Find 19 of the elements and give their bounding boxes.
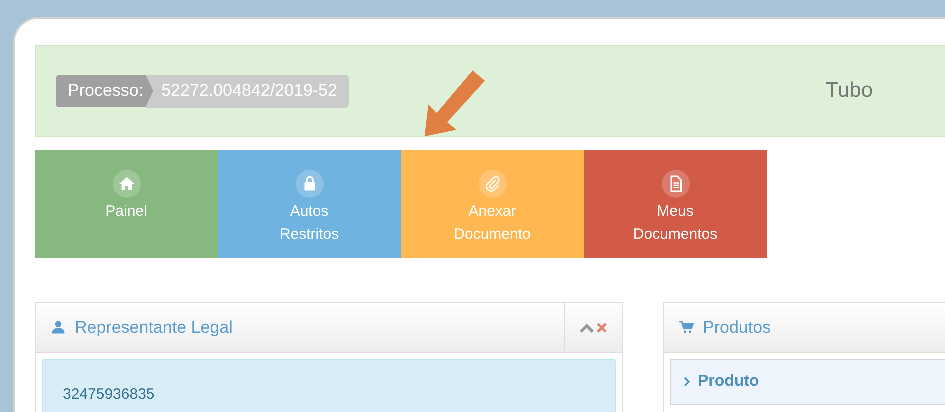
nav-tile[interactable]: Meus Documentos xyxy=(584,150,767,258)
nav-tile[interactable]: Autos Restritos xyxy=(218,150,401,258)
process-label: Processo: xyxy=(56,74,154,108)
cart-icon xyxy=(679,320,694,335)
panel-title: Produtos xyxy=(703,318,772,338)
nav-tile[interactable]: Anexar Documento xyxy=(401,150,584,258)
panel-title: Representante Legal xyxy=(75,318,233,338)
user-icon xyxy=(51,320,66,335)
info-text: 32475936835 xyxy=(63,386,155,403)
close-icon[interactable] xyxy=(597,322,607,332)
lock-icon xyxy=(296,170,324,198)
nav-tile[interactable]: Painel xyxy=(35,150,218,258)
paperclip-icon xyxy=(478,170,506,198)
home-icon xyxy=(112,170,140,198)
collapse-icon[interactable] xyxy=(580,322,594,332)
document-icon xyxy=(662,170,690,198)
chevron-icon xyxy=(684,377,690,387)
page-title: Tubo xyxy=(826,79,873,103)
accordion-header[interactable]: Produto xyxy=(670,359,945,405)
